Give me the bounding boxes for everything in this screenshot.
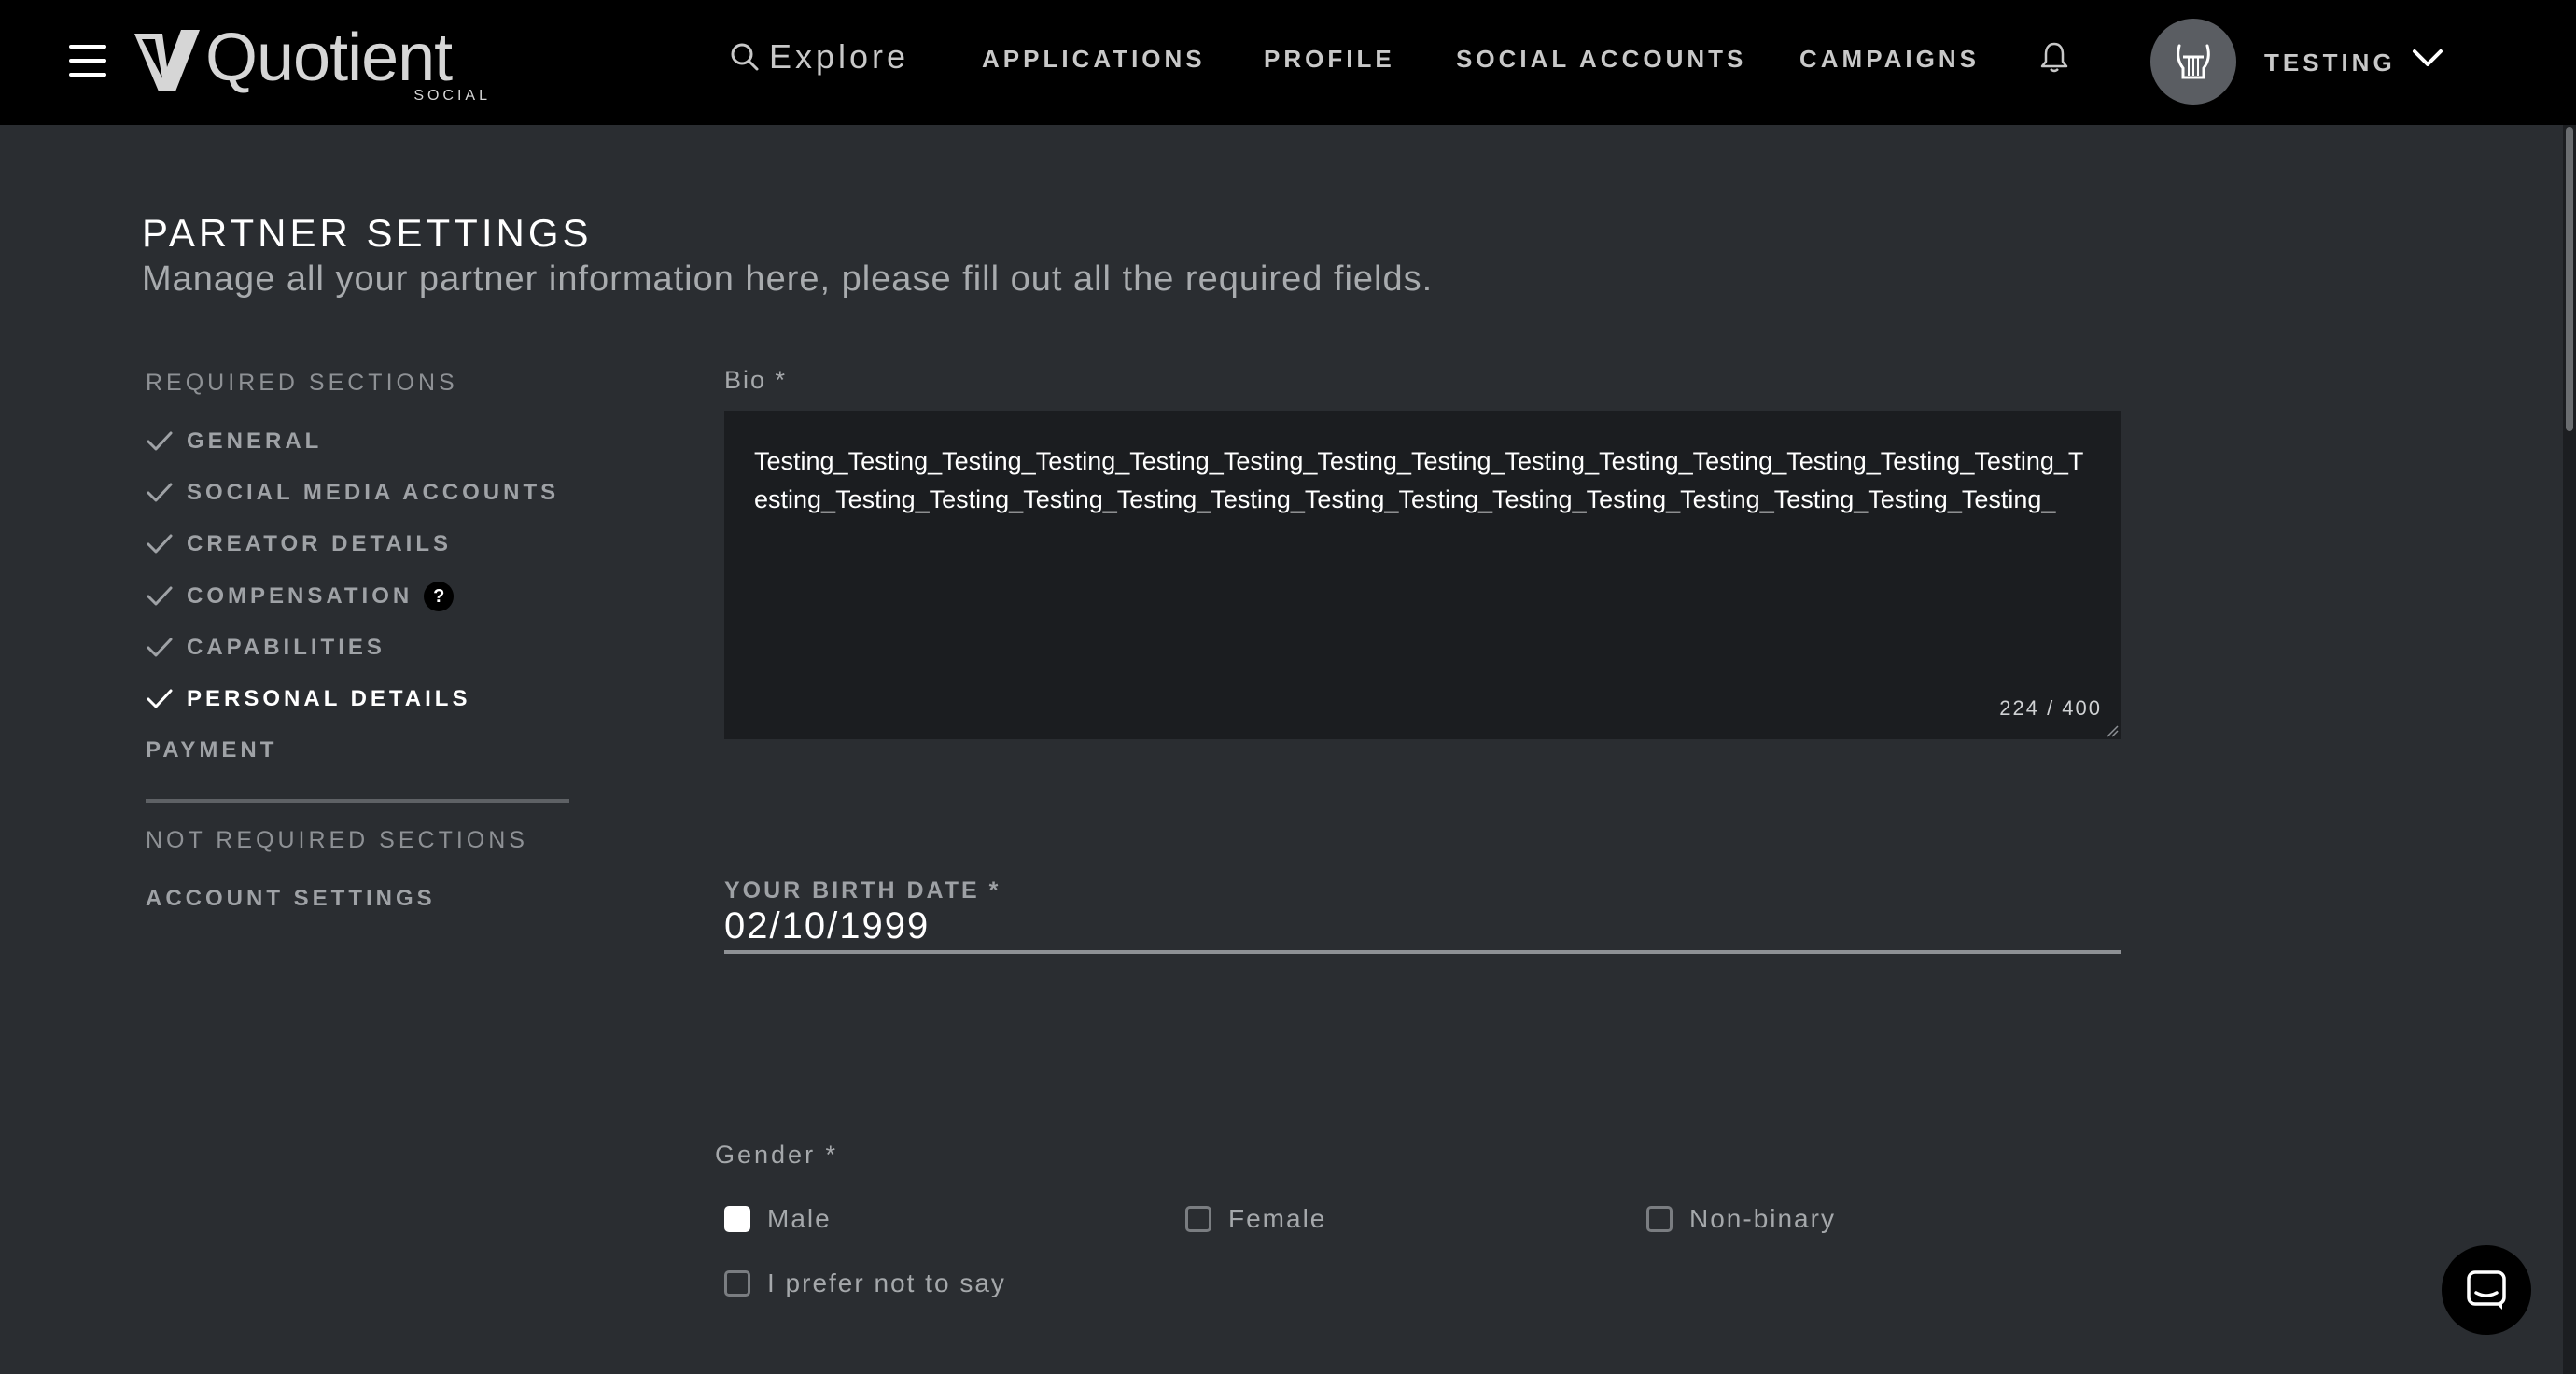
gender-option-non-binary[interactable]: Non-binary (1646, 1200, 1836, 1238)
checkbox-unchecked[interactable] (724, 1270, 750, 1297)
sidebar-divider (146, 799, 569, 803)
sidebar-item-creator-details[interactable]: CREATOR DETAILS (146, 526, 452, 563)
sidebar-item-label: CREATOR DETAILS (187, 531, 453, 556)
check-icon (147, 689, 173, 708)
bio-char-counter: 224 / 400 (1999, 696, 2102, 720)
gender-option-label: Male (767, 1204, 832, 1233)
gender-label: Gender * (715, 1141, 839, 1169)
not-required-sections-heading: NOT REQUIRED SECTIONS (146, 827, 528, 853)
required-sections-heading: REQUIRED SECTIONS (146, 370, 458, 396)
birth-date-label: YOUR BIRTH DATE * (724, 877, 1001, 904)
birth-date-input[interactable]: 02/10/1999 (724, 905, 2121, 954)
page-subtitle: Manage all your partner information here… (142, 259, 1434, 299)
user-menu-name[interactable]: TESTING (2264, 49, 2396, 77)
top-navbar: Quotient SOCIAL Explore APPLICATIONS PRO… (0, 0, 2576, 125)
chat-launcher-button[interactable] (2442, 1245, 2531, 1335)
sidebar-item-label: PERSONAL DETAILS (187, 686, 471, 711)
bell-icon[interactable] (2040, 41, 2068, 73)
sidebar-item-personal-details[interactable]: PERSONAL DETAILS (146, 680, 470, 718)
gender-option-label: Female (1228, 1204, 1327, 1233)
sidebar-item-social-media-accounts[interactable]: SOCIAL MEDIA ACCOUNTS (146, 474, 559, 512)
explore-label: Explore (769, 37, 910, 76)
sidebar-item-capabilities[interactable]: CAPABILITIES (146, 629, 385, 666)
gender-option-prefer-not-to-say[interactable]: I prefer not to say (724, 1265, 1006, 1302)
nav-social-accounts[interactable]: SOCIAL ACCOUNTS (1456, 45, 1746, 74)
bio-textarea[interactable]: Testing_Testing_Testing_Testing_Testing_… (724, 411, 2121, 739)
check-icon (147, 431, 173, 451)
check-icon (147, 483, 173, 502)
sidebar-item-payment[interactable]: PAYMENT (146, 732, 277, 769)
scrollbar-thumb[interactable] (2566, 127, 2573, 431)
sidebar-item-general[interactable]: GENERAL (146, 423, 322, 460)
check-icon (147, 534, 173, 554)
resize-grip-icon[interactable] (2106, 724, 2119, 737)
quotient-logo[interactable]: Quotient SOCIAL (134, 24, 489, 108)
nav-campaigns[interactable]: CAMPAIGNS (1799, 45, 1980, 74)
sidebar-item-label: SOCIAL MEDIA ACCOUNTS (187, 480, 560, 505)
explore-search[interactable]: Explore (730, 34, 909, 80)
checkbox-unchecked[interactable] (1185, 1206, 1211, 1232)
bio-label: Bio * (724, 366, 788, 394)
sidebar-item-label: GENERAL (187, 428, 323, 454)
hamburger-menu-icon[interactable] (69, 45, 106, 78)
gender-option-male[interactable]: Male (724, 1200, 832, 1238)
gender-option-label: I prefer not to say (767, 1269, 1006, 1297)
sidebar-item-account-settings[interactable]: ACCOUNT SETTINGS (146, 880, 436, 918)
bio-text-value: Testing_Testing_Testing_Testing_Testing_… (754, 447, 2084, 513)
gender-option-female[interactable]: Female (1185, 1200, 1326, 1238)
sidebar-item-compensation[interactable]: COMPENSATION ? (146, 578, 455, 615)
sidebar-item-label: PAYMENT (146, 737, 278, 763)
checkbox-unchecked[interactable] (1646, 1206, 1673, 1232)
checkbox-checked[interactable] (724, 1206, 750, 1232)
search-icon (731, 43, 759, 71)
lyre-icon (2177, 44, 2210, 79)
check-icon (147, 638, 173, 657)
chat-icon (2467, 1270, 2506, 1310)
sidebar-item-label: CAPABILITIES (187, 635, 385, 660)
chevron-down-icon[interactable] (2412, 47, 2443, 69)
sidebar-item-label: ACCOUNT SETTINGS (146, 886, 436, 911)
logo-mark-icon (134, 30, 200, 91)
compensation-help-icon[interactable]: ? (424, 582, 455, 611)
nav-applications[interactable]: APPLICATIONS (982, 45, 1206, 74)
nav-profile[interactable]: PROFILE (1264, 45, 1395, 74)
logo-wordmark: Quotient (205, 21, 453, 95)
check-icon (147, 586, 173, 606)
avatar[interactable] (2150, 19, 2236, 105)
sidebar-item-label: COMPENSATION (187, 583, 413, 609)
gender-option-label: Non-binary (1689, 1204, 1836, 1233)
logo-subtext: SOCIAL (413, 88, 491, 104)
page-title: PARTNER SETTINGS (142, 211, 593, 255)
